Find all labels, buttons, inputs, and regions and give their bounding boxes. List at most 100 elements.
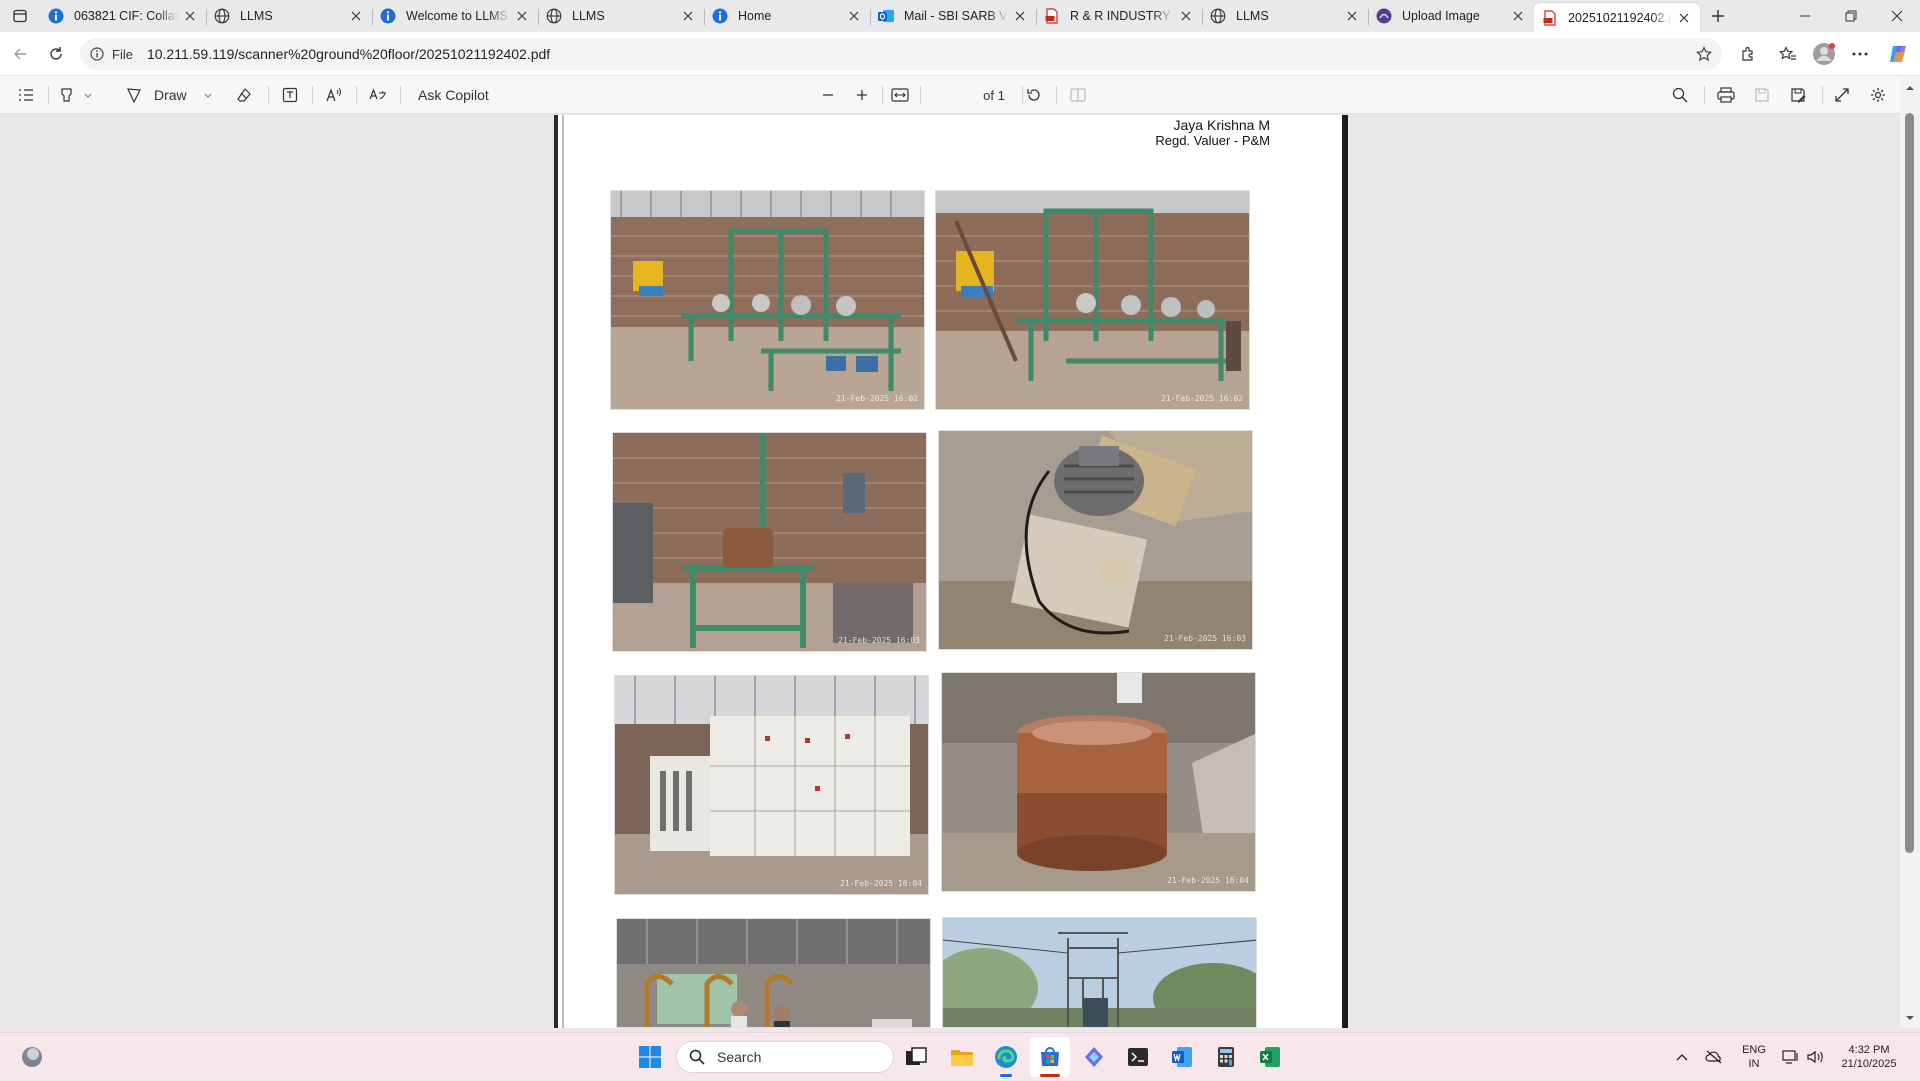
- save-as-icon[interactable]: [1786, 83, 1810, 107]
- volume-icon[interactable]: [1804, 1033, 1828, 1081]
- upload-app-icon: [1376, 8, 1392, 24]
- save-icon[interactable]: [1750, 83, 1774, 107]
- copilot-app-icon[interactable]: [1074, 1037, 1114, 1077]
- pdf-page: Jaya Krishna M Regd. Valuer - P&M 21-Feb…: [554, 115, 1348, 1028]
- close-tab-icon[interactable]: [514, 8, 530, 24]
- favorite-star-icon[interactable]: [1696, 46, 1712, 62]
- browser-tab[interactable]: LLMS: [206, 3, 372, 29]
- pdf-toolbar: Draw Ask Copilot 1 of 1: [0, 76, 1920, 186]
- zoom-out-button[interactable]: [816, 83, 840, 107]
- close-tab-icon[interactable]: [348, 8, 364, 24]
- more-menu-icon[interactable]: [1844, 38, 1876, 70]
- new-tab-button[interactable]: [1696, 0, 1740, 32]
- search-icon: [689, 1049, 705, 1065]
- zoom-in-button[interactable]: [850, 83, 874, 107]
- calculator-icon[interactable]: [1206, 1037, 1246, 1077]
- language-code: ENG: [1742, 1044, 1766, 1056]
- start-button[interactable]: [630, 1037, 670, 1077]
- ask-copilot-label: Ask Copilot: [418, 87, 489, 103]
- browser-tab[interactable]: Home: [704, 3, 870, 29]
- close-tab-icon[interactable]: [1344, 8, 1360, 24]
- network-icon[interactable]: [1778, 1033, 1804, 1081]
- browser-tab[interactable]: LLMS: [538, 3, 704, 29]
- close-window-button[interactable]: [1874, 0, 1920, 32]
- photo-timestamp: 21-Feb-2025 16:04: [1167, 876, 1249, 885]
- tab-title: Mail - SBI SARB VISAKHAPATNAM: [904, 9, 1008, 23]
- highlight-dropdown[interactable]: [56, 83, 96, 107]
- close-tab-icon[interactable]: [846, 8, 862, 24]
- clock-date: 21/10/2025: [1841, 1058, 1897, 1070]
- info-icon[interactable]: [90, 47, 104, 61]
- address-toolbar: File 10.211.59.119/scanner%20ground%20fl…: [0, 32, 1920, 76]
- word-icon[interactable]: [1162, 1037, 1202, 1077]
- text-box-icon[interactable]: [278, 83, 302, 107]
- close-tab-icon[interactable]: [1510, 8, 1526, 24]
- browser-tab[interactable]: Mail - SBI SARB VISAKHAPATNAM: [870, 3, 1036, 29]
- browser-tab[interactable]: R & R INDUSTRY SARB: [1036, 3, 1202, 29]
- favorites-icon[interactable]: [1772, 38, 1804, 70]
- address-bar[interactable]: File 10.211.59.119/scanner%20ground%20fl…: [80, 38, 1722, 70]
- close-tab-icon[interactable]: [680, 8, 696, 24]
- tab-actions-icon[interactable]: [0, 0, 40, 32]
- taskbar-search[interactable]: Search: [676, 1041, 894, 1073]
- browser-tab[interactable]: LLMS: [1202, 3, 1368, 29]
- scrollbar-thumb[interactable]: [1905, 113, 1914, 853]
- tab-title: 20251021192402.pdf: [1568, 10, 1672, 25]
- photo-timestamp: 21-Feb-2025 16:02: [1161, 394, 1243, 403]
- outlook-icon: [878, 8, 894, 24]
- widgets-icon[interactable]: [12, 1037, 52, 1077]
- clock[interactable]: 4:32 PM 21/10/2025: [1832, 1033, 1906, 1081]
- pdf-icon: [1044, 8, 1060, 24]
- language-indicator[interactable]: ENG IN: [1736, 1033, 1772, 1081]
- ask-copilot-button[interactable]: Ask Copilot: [418, 83, 498, 107]
- rotate-icon[interactable]: [1022, 83, 1046, 107]
- file-explorer-icon[interactable]: [942, 1037, 982, 1077]
- onedrive-off-icon[interactable]: [1700, 1033, 1728, 1081]
- pdf-viewer-area[interactable]: Jaya Krishna M Regd. Valuer - P&M 21-Feb…: [0, 115, 1920, 1028]
- contents-list-icon[interactable]: [14, 83, 38, 107]
- eraser-icon[interactable]: [232, 83, 256, 107]
- draw-dropdown[interactable]: Draw: [126, 83, 226, 107]
- back-button[interactable]: [4, 38, 36, 70]
- edge-browser-icon[interactable]: [986, 1037, 1026, 1077]
- terminal-icon[interactable]: [1118, 1037, 1158, 1077]
- close-tab-icon[interactable]: [1012, 8, 1028, 24]
- globe-icon: [546, 8, 562, 24]
- page-view-icon[interactable]: [1066, 83, 1090, 107]
- minimize-button[interactable]: [1782, 0, 1828, 32]
- fullscreen-icon[interactable]: [1830, 83, 1854, 107]
- site-photo-4: 21-Feb-2025 16:03: [938, 430, 1253, 650]
- excel-icon[interactable]: [1250, 1037, 1290, 1077]
- extensions-icon[interactable]: [1732, 38, 1764, 70]
- read-aloud-icon[interactable]: [322, 83, 346, 107]
- store-icon[interactable]: [1030, 1037, 1070, 1077]
- valuer-title: Regd. Valuer - P&M: [1155, 133, 1270, 148]
- close-tab-icon[interactable]: [1178, 8, 1194, 24]
- photo-timestamp: 21-Feb-2025 16:03: [1164, 634, 1246, 643]
- browser-tab[interactable]: 063821 CIF: Collateral: [40, 3, 206, 29]
- site-photo-1: 21-Feb-2025 16:02: [610, 190, 925, 410]
- print-icon[interactable]: [1714, 83, 1738, 107]
- settings-gear-icon[interactable]: [1866, 83, 1890, 107]
- refresh-button[interactable]: [40, 38, 72, 70]
- scheme-label: File: [112, 46, 133, 62]
- vertical-scrollbar[interactable]: [1900, 78, 1920, 1028]
- close-tab-icon[interactable]: [1676, 10, 1692, 26]
- copilot-icon[interactable]: [1882, 38, 1914, 70]
- search-placeholder: Search: [717, 1049, 762, 1065]
- show-hidden-icons[interactable]: [1668, 1033, 1696, 1081]
- translate-icon[interactable]: [366, 83, 390, 107]
- restore-button[interactable]: [1828, 0, 1874, 32]
- task-view-icon[interactable]: [896, 1037, 936, 1077]
- photo-timestamp: 21-Feb-2025 16:02: [836, 394, 918, 403]
- search-icon[interactable]: [1668, 83, 1692, 107]
- tab-title: LLMS: [1236, 9, 1269, 23]
- browser-tab[interactable]: Welcome to LLMS: [372, 3, 538, 29]
- profile-avatar[interactable]: [1808, 38, 1840, 70]
- browser-tab[interactable]: Upload Image: [1368, 3, 1534, 29]
- close-tab-icon[interactable]: [182, 8, 198, 24]
- fit-to-width-icon[interactable]: [888, 83, 912, 107]
- url-text[interactable]: 10.211.59.119/scanner%20ground%20floor/2…: [147, 46, 550, 62]
- tab-title: LLMS: [572, 9, 605, 23]
- browser-tab[interactable]: 20251021192402.pdf: [1534, 3, 1700, 32]
